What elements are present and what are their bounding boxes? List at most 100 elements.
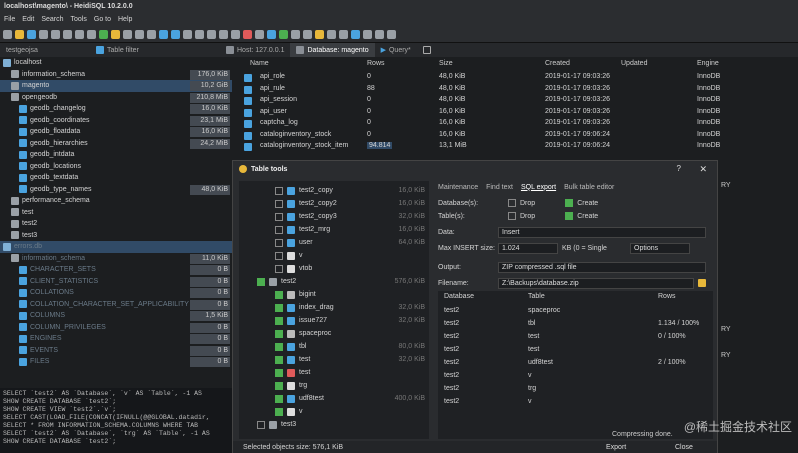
tree-row[interactable]: geodb_type_names 48,0 KiB [0,184,232,196]
tree-checkbox[interactable] [275,251,283,260]
toolbar-button-icon[interactable] [99,30,108,39]
dialog-tree-row[interactable]: test2_copy 16,0 KiB [239,185,429,197]
toolbar-button-icon[interactable] [243,30,252,39]
grid-header[interactable]: Engine [697,60,719,70]
dialog-tree-row[interactable]: tbl 80,0 KiB [239,341,429,353]
tree-row[interactable]: FILES 0 B [0,356,232,368]
tree-row[interactable]: magento 10,2 GiB [0,80,232,92]
results-row[interactable]: test2 tbl 1.134 / 100% [438,318,713,330]
grid-header[interactable]: Updated [621,60,647,70]
results-row[interactable]: test2 v [438,396,713,408]
dialog-tree-row[interactable]: test2_copy3 32,0 KiB [239,211,429,223]
dialog-tree-row[interactable]: issue727 32,0 KiB [239,315,429,327]
dialog-tree-row[interactable]: v [239,406,429,418]
grid-row[interactable]: api_session 0 48,0 KiB 2019-01-17 09:03:26 I… [244,95,798,107]
menu-item-help[interactable]: Help [118,16,132,25]
tree-row[interactable]: test3 [0,230,232,242]
tree-checkbox[interactable] [275,368,283,377]
dialog-tree-row[interactable]: bigint [239,289,429,301]
tree-checkbox[interactable] [275,290,283,299]
toolbar-button-icon[interactable] [87,30,96,39]
tree-checkbox[interactable] [275,199,283,208]
toolbar-button-icon[interactable] [207,30,216,39]
toolbar-button-icon[interactable] [159,30,168,39]
tree-row[interactable]: test [0,207,232,219]
toolbar-button-icon[interactable] [195,30,204,39]
toolbar-button-icon[interactable] [75,30,84,39]
results-header-cell[interactable]: Table [528,293,545,300]
toolbar-button-icon[interactable] [351,30,360,39]
tree-row[interactable]: COLLATION_CHARACTER_SET_APPLICABILITY 0 B [0,299,232,311]
tree-row[interactable]: geodb_intdata [0,149,232,161]
tree-row[interactable]: errors.db [0,241,232,253]
toolbar-button-icon[interactable] [51,30,60,39]
tab-query[interactable]: ▶ Query* [375,43,417,57]
tree-checkbox[interactable] [275,355,283,364]
tab-host[interactable]: Host: 127.0.0.1 [220,43,290,57]
toolbar-button-icon[interactable] [303,30,312,39]
tab-sql-export[interactable]: SQL export [521,184,556,191]
toolbar-button-icon[interactable] [255,30,264,39]
toolbar-button-icon[interactable] [219,30,228,39]
dialog-tree-row[interactable]: vtob [239,263,429,275]
toolbar-button-icon[interactable] [339,30,348,39]
folder-icon[interactable] [698,279,706,287]
toolbar-button-icon[interactable] [183,30,192,39]
close-icon[interactable]: ✕ [699,164,707,175]
results-header-cell[interactable]: Database [444,293,474,300]
drop-db-checkbox[interactable] [508,199,516,207]
results-row[interactable]: test2 v [438,370,713,382]
db-filter[interactable]: testgeojsa [0,43,90,57]
tree-row[interactable]: COLUMNS 1,5 KiB [0,310,232,322]
toolbar-button-icon[interactable] [231,30,240,39]
tree-checkbox[interactable] [275,394,283,403]
toolbar-button-icon[interactable] [375,30,384,39]
tree-checkbox[interactable] [275,329,283,338]
output-select[interactable]: ZIP compressed .sql file [498,261,706,273]
results-row[interactable]: test2 test 0 / 100% [438,331,713,343]
grid-row[interactable]: cataloginventory_stock_item 94.814 13,1 Mi… [244,141,798,153]
dialog-tree-row[interactable]: test 32,0 KiB [239,354,429,366]
dialog-tree-row[interactable]: trg [239,380,429,392]
toolbar-button-icon[interactable] [279,30,288,39]
grid-header[interactable]: Rows [367,60,385,70]
tree-row[interactable]: CHARACTER_SETS 0 B [0,264,232,276]
tree-row[interactable]: CLIENT_STATISTICS 0 B [0,276,232,288]
tree-row[interactable]: geodb_hierarchies 24,2 MiB [0,138,232,150]
menu-item-go-to[interactable]: Go to [94,16,111,25]
table-filter[interactable]: Table filter [90,43,220,57]
grid-row[interactable]: api_rule 88 48,0 KiB 2019-01-17 09:03:26 Inn… [244,84,798,96]
toolbar-button-icon[interactable] [15,30,24,39]
tree-checkbox[interactable] [275,186,283,195]
dialog-tree-row[interactable]: test [239,367,429,379]
tab-bulk-table-editor[interactable]: Bulk table editor [564,184,614,191]
tree-row[interactable]: geodb_changelog 16,0 KiB [0,103,232,115]
tree-row[interactable]: performance_schema [0,195,232,207]
tree-row[interactable]: test2 [0,218,232,230]
tree-checkbox[interactable] [275,407,283,416]
toolbar-button-icon[interactable] [387,30,396,39]
dialog-tree-row[interactable]: user 64,0 KiB [239,237,429,249]
grid-header[interactable]: Name [250,60,269,70]
tree-row[interactable]: localhost [0,57,232,69]
grid-row[interactable]: api_role 0 48,0 KiB 2019-01-17 09:03:26 Inno… [244,72,798,84]
tree-checkbox[interactable] [275,342,283,351]
dialog-tree-row[interactable]: v [239,250,429,262]
tree-checkbox[interactable] [257,420,265,429]
tree-checkbox[interactable] [275,316,283,325]
grid-row[interactable]: cataloginventory_stock 0 16,0 KiB 2019-01-1… [244,130,798,142]
toolbar-button-icon[interactable] [135,30,144,39]
data-select[interactable]: Insert [498,226,706,238]
max-insert-input[interactable]: 1.024 [498,242,558,254]
close-button[interactable]: Close [675,444,693,453]
results-row[interactable]: test2 spaceproc [438,305,713,317]
menu-item-tools[interactable]: Tools [71,16,87,25]
tree-checkbox[interactable] [275,381,283,390]
grid-header[interactable]: Created [545,60,570,70]
grid-row[interactable]: captcha_log 0 16,0 KiB 2019-01-17 09:03:26 I… [244,118,798,130]
grid-row[interactable]: api_user 0 16,0 KiB 2019-01-17 09:03:26 Inno… [244,107,798,119]
tree-row[interactable]: geodb_textdata [0,172,232,184]
dialog-tree-row[interactable]: test3 [239,419,429,431]
toolbar-button-icon[interactable] [39,30,48,39]
results-row[interactable]: test2 udf8test 2 / 100% [438,357,713,369]
